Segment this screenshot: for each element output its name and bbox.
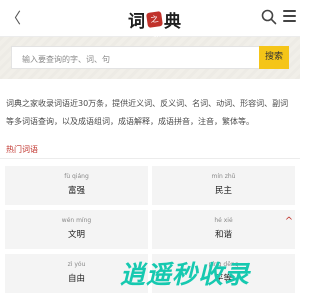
word-card[interactable]: mín zhǔ 民主 <box>152 166 295 205</box>
back-arrow-icon[interactable]: 〈 <box>6 9 21 27</box>
word-text: 文明 <box>67 230 85 240</box>
search-icon[interactable] <box>261 9 277 25</box>
word-pinyin: mín zhǔ <box>211 173 236 180</box>
word-text: 和谐 <box>214 230 232 240</box>
word-card[interactable]: wén míng 文明 <box>5 210 148 249</box>
word-text: 民主 <box>214 186 232 196</box>
site-logo[interactable]: 词 之家 典 <box>128 6 181 39</box>
word-pinyin: wén míng <box>61 217 92 224</box>
logo-char-dian: 典 <box>164 11 181 32</box>
search-button[interactable]: 搜索 <box>259 46 289 69</box>
word-card[interactable]: fù qiáng 富强 <box>5 166 148 205</box>
intro-text: 词典之家收录词语近30万条，提供近义词、反义词、名词、动词、形容词、副词等多词语… <box>6 99 289 126</box>
back-to-top-icon[interactable]: ^ <box>283 216 295 228</box>
section-divider <box>0 158 300 159</box>
search-band: 搜索 <box>0 37 300 79</box>
watermark-text: 逍遥秒收录 <box>120 260 251 289</box>
section-title-hot-words: 热门词语 <box>6 145 38 154</box>
word-pinyin: fù qiáng <box>64 173 89 180</box>
search-input[interactable] <box>12 49 259 70</box>
word-text: 富强 <box>67 186 85 196</box>
top-header: 〈 词 之家 典 <box>0 0 300 39</box>
search-box <box>11 46 259 70</box>
word-card[interactable]: hé xié 和谐 <box>152 210 295 249</box>
menu-icon[interactable] <box>283 10 296 23</box>
logo-char-ci: 词 <box>128 11 145 32</box>
logo-seal-icon: 之家 <box>146 10 163 39</box>
word-pinyin: hé xié <box>214 217 233 224</box>
